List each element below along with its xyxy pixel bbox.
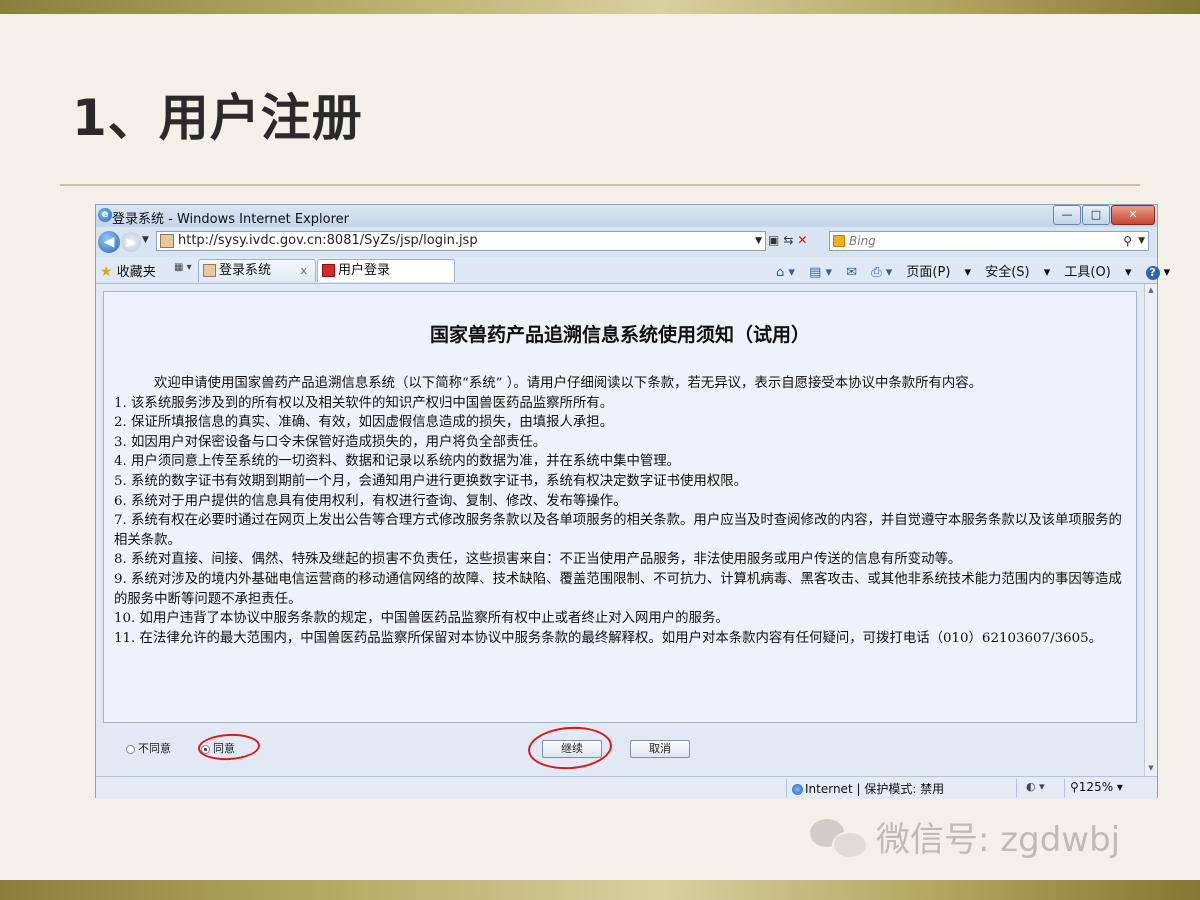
cancel-button[interactable]: 取消 bbox=[630, 740, 690, 758]
status-bar: Internet | 保护模式: 禁用 ◐ ▾ ⚲125% ▾ bbox=[96, 776, 1157, 799]
window-controls: — □ ✕ bbox=[1052, 205, 1155, 225]
continue-annotation-circle bbox=[526, 724, 614, 772]
notice-title: 国家兽药产品追溯信息系统使用须知（试用） bbox=[429, 324, 810, 346]
minimize-button[interactable]: — bbox=[1053, 205, 1081, 225]
notice-item: 5. 系统的数字证书有效期到期前一个月，会通知用户进行更换数字证书，系统有权决定… bbox=[114, 473, 747, 489]
page-menu[interactable]: 页面(P) ▾ bbox=[906, 265, 971, 280]
notice-item: 6. 系统对于用户提供的信息具有使用权利，有权进行查询、复制、修改、发布等操作。 bbox=[114, 493, 627, 509]
search-placeholder: Bing bbox=[849, 234, 876, 248]
title-divider bbox=[60, 184, 1140, 186]
wechat-icon bbox=[810, 817, 868, 859]
zoom-icon: ⚲ bbox=[1070, 780, 1079, 794]
wechat-watermark: 微信号: zgdwbj bbox=[810, 812, 1120, 861]
ie-logo-icon: e bbox=[98, 208, 112, 222]
vertical-scrollbar[interactable]: ▲ ▼ bbox=[1144, 284, 1157, 776]
home-icon[interactable]: ⌂ ▾ bbox=[776, 265, 795, 280]
history-dropdown-icon[interactable]: ▼ bbox=[142, 235, 149, 245]
search-icon[interactable]: ⚲ bbox=[1123, 232, 1132, 250]
refresh-icon[interactable]: ⇆ bbox=[783, 233, 797, 247]
notice-intro: 欢迎申请使用国家兽药产品追溯信息系统（以下简称“系统” ）。请用户仔细阅读以下条… bbox=[154, 376, 983, 391]
tab-favicon-icon bbox=[322, 264, 335, 277]
notice-item: 8. 系统对直接、间接、偶然、特殊及继起的损害不负责任，这些损害来自：不正当使用… bbox=[114, 552, 962, 568]
url-input[interactable]: http://sysy.ivdc.gov.cn:8081/SyZs/jsp/lo… bbox=[156, 231, 766, 251]
tab-login-system[interactable]: 登录系统 x bbox=[198, 259, 316, 282]
maximize-button[interactable]: □ bbox=[1082, 205, 1110, 225]
command-bar: ⌂ ▾ ▤ ▾ ✉ ⎙ ▾ 页面(P) ▾ 安全(S) ▾ 工具(O) ▾ ? ▾ bbox=[776, 261, 1180, 280]
notice-item: 10. 如用户违背了本协议中服务条款的规定，中国兽医药品监察所有权中止或者终止对… bbox=[114, 611, 729, 627]
notice-item: 9. 系统对涉及的境内外基础电信运营商的移动通信网络的故障、技术缺陷、覆盖范围限… bbox=[114, 571, 1122, 607]
site-favicon-icon bbox=[160, 234, 174, 248]
notice-item: 1. 该系统服务涉及到的所有权以及相关软件的知识产权归中国兽医药品监察所所有。 bbox=[114, 395, 614, 411]
compat-view-icon[interactable]: ▣ bbox=[768, 233, 783, 247]
tab-label: 用户登录 bbox=[338, 263, 391, 278]
page-menu-label: 页面(P) bbox=[906, 265, 951, 280]
star-icon: ★ bbox=[100, 264, 113, 280]
notice-item: 7. 系统有权在必要时通过在网页上发出公告等合理方式修改服务条款以及各单项服务的… bbox=[114, 513, 1122, 548]
safety-menu-label: 安全(S) bbox=[985, 265, 1030, 280]
url-dropdown-icon[interactable]: ▼ bbox=[755, 232, 762, 250]
search-input[interactable]: Bing ⚲ ▼ bbox=[829, 231, 1149, 251]
notice-item: 3. 如因用户对保密设备与口令未保管好造成损失的，用户将负全部责任。 bbox=[114, 434, 547, 450]
page-content: 国家兽药产品追溯信息系统使用须知（试用） 欢迎申请使用国家兽药产品追溯信息系统（… bbox=[96, 284, 1146, 776]
help-menu[interactable]: ? ▾ bbox=[1145, 265, 1170, 280]
quick-tabs-icon[interactable]: ▦ ▾ bbox=[174, 262, 192, 273]
address-bar: ◀ ▶ ▼ http://sysy.ivdc.gov.cn:8081/SyZs/… bbox=[96, 227, 1157, 257]
notice-item: 4. 用户须同意上传至系统的一切资料、数据和记录以系统内的数据为准，并在系统中集… bbox=[114, 454, 681, 470]
tab-label: 登录系统 bbox=[219, 263, 272, 278]
zoom-control[interactable]: ⚲125% ▾ bbox=[1070, 780, 1123, 794]
tab-user-login[interactable]: 用户登录 bbox=[317, 259, 455, 282]
browser-window: e 登录系统 - Windows Internet Explorer — □ ✕… bbox=[95, 204, 1170, 799]
watermark-text: 微信号: zgdwbj bbox=[876, 820, 1121, 860]
security-zone[interactable]: Internet | 保护模式: 禁用 bbox=[792, 780, 944, 797]
close-button[interactable]: ✕ bbox=[1111, 205, 1155, 225]
feeds-icon[interactable]: ▤ ▾ bbox=[809, 265, 832, 280]
scroll-up-icon[interactable]: ▲ bbox=[1146, 286, 1156, 296]
tools-menu[interactable]: 工具(O) ▾ bbox=[1064, 265, 1131, 280]
print-icon[interactable]: ⎙ ▾ bbox=[871, 265, 892, 280]
top-gold-border bbox=[0, 0, 1200, 14]
slide-title: 1、用户注册 bbox=[72, 89, 363, 147]
window-titlebar[interactable]: e 登录系统 - Windows Internet Explorer — □ ✕ bbox=[96, 205, 1157, 227]
disagree-radio[interactable]: 不同意 bbox=[126, 740, 171, 756]
terms-notice: 国家兽药产品追溯信息系统使用须知（试用） 欢迎申请使用国家兽药产品追溯信息系统（… bbox=[103, 291, 1137, 723]
forward-arrow-icon[interactable]: ▶ bbox=[121, 232, 141, 252]
url-text: http://sysy.ivdc.gov.cn:8081/SyZs/jsp/lo… bbox=[178, 233, 478, 248]
stop-icon[interactable]: ✕ bbox=[797, 233, 811, 247]
mail-icon[interactable]: ✉ bbox=[846, 265, 857, 280]
disagree-label: 不同意 bbox=[138, 742, 171, 755]
tab-close-icon[interactable]: x bbox=[300, 260, 307, 282]
globe-icon bbox=[792, 784, 803, 795]
zone-text: Internet | 保护模式: 禁用 bbox=[805, 782, 945, 796]
notice-item: 2. 保证所填报信息的真实、准确、有效，如因虚假信息造成的损失，由填报人承担。 bbox=[114, 415, 614, 431]
back-arrow-icon[interactable]: ◀ bbox=[98, 231, 120, 253]
help-icon: ? bbox=[1145, 266, 1160, 280]
tools-menu-label: 工具(O) bbox=[1064, 265, 1111, 280]
zoom-level: 125% bbox=[1078, 780, 1114, 794]
notice-item: 11. 在法律允许的最大范围内，中国兽医药品监察所保留对本协议中服务条款的最终解… bbox=[114, 630, 1103, 646]
address-tools: ▣⇆✕ bbox=[768, 233, 811, 247]
favorites-label: 收藏夹 bbox=[116, 265, 156, 280]
favorites-button[interactable]: ★ 收藏夹 bbox=[100, 261, 156, 280]
notice-body: 欢迎申请使用国家兽药产品追溯信息系统（以下简称“系统” ）。请用户仔细阅读以下条… bbox=[114, 374, 1124, 648]
bottom-gold-border bbox=[0, 880, 1200, 900]
window-title: 登录系统 - Windows Internet Explorer bbox=[112, 212, 349, 227]
status-separator bbox=[786, 779, 787, 797]
tab-favicon-icon bbox=[203, 264, 216, 277]
radio-circle bbox=[126, 744, 135, 754]
status-separator bbox=[1064, 779, 1065, 797]
search-dropdown-icon[interactable]: ▼ bbox=[1138, 232, 1145, 250]
protected-mode-icon[interactable]: ◐ ▾ bbox=[1026, 780, 1045, 793]
bing-icon bbox=[833, 235, 845, 247]
status-separator bbox=[1016, 779, 1017, 797]
safety-menu[interactable]: 安全(S) ▾ bbox=[985, 265, 1050, 280]
agree-annotation-circle bbox=[197, 732, 261, 762]
scroll-down-icon[interactable]: ▼ bbox=[1146, 764, 1156, 774]
tab-bar: ★ 收藏夹 ▦ ▾ 登录系统 x 用户登录 ⌂ ▾ ▤ ▾ ✉ ⎙ ▾ 页面(P… bbox=[96, 257, 1170, 284]
